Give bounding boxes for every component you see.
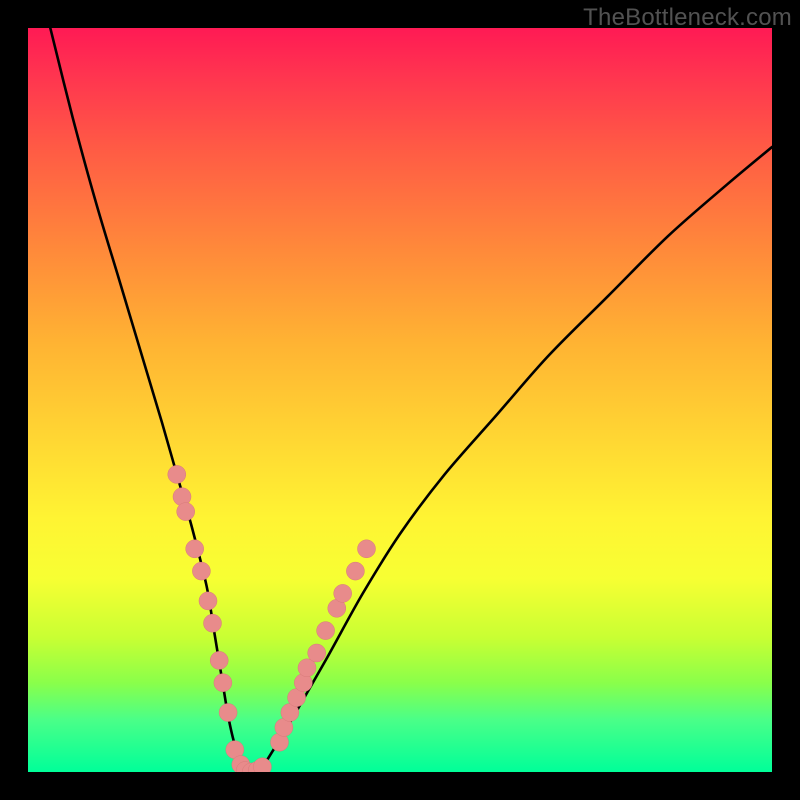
curve-marker bbox=[210, 651, 228, 669]
curve-marker bbox=[308, 644, 326, 662]
curve-marker bbox=[317, 622, 335, 640]
curve-marker bbox=[186, 540, 204, 558]
curve-marker bbox=[199, 592, 217, 610]
curve-marker bbox=[214, 674, 232, 692]
curve-marker bbox=[334, 584, 352, 602]
curve-marker bbox=[192, 562, 210, 580]
chart-plot-area bbox=[28, 28, 772, 772]
curve-marker bbox=[346, 562, 364, 580]
chart-svg bbox=[28, 28, 772, 772]
curve-marker bbox=[177, 503, 195, 521]
curve-marker bbox=[204, 614, 222, 632]
curve-markers bbox=[168, 465, 376, 772]
curve-marker bbox=[168, 465, 186, 483]
curve-marker bbox=[358, 540, 376, 558]
bottleneck-curve-line bbox=[50, 28, 772, 772]
watermark-text: TheBottleneck.com bbox=[583, 4, 792, 32]
curve-marker bbox=[219, 704, 237, 722]
